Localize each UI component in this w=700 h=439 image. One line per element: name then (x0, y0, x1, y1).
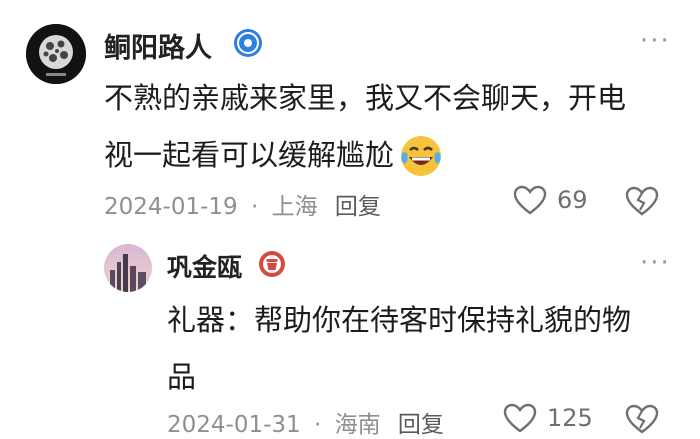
more-options-icon[interactable]: ··· (640, 248, 671, 278)
reply-button[interactable]: 回复 (398, 412, 444, 438)
comment-text-line: 视一起看可以缓解尴尬 (104, 138, 395, 172)
comment-location: 海南 (334, 412, 381, 438)
avatar-image (26, 24, 86, 84)
comment-text: 礼器：帮助你在待客时保持礼貌的物 品 (167, 292, 677, 406)
reply-comment: 巩金瓯 ··· 礼器：帮助你在待客时保持礼貌的物 品 2024-01-31 · … (0, 230, 700, 439)
dislike-button[interactable] (625, 404, 659, 438)
separator: · (250, 194, 259, 220)
comment-location: 上海 (271, 194, 318, 220)
like-count: 69 (557, 186, 588, 214)
username[interactable]: 鲖阳路人 (104, 26, 212, 65)
comment-text: 不熟的亲戚来家里，我又不会聊天，开电 视一起看可以缓解尴尬 (104, 70, 674, 184)
username[interactable]: 巩金瓯 (167, 248, 242, 284)
reply-button[interactable]: 回复 (335, 194, 381, 220)
comment: 鲖阳路人 ··· 不熟的亲戚来家里，我又不会聊天，开电 视一起看可以缓解尴尬 2… (0, 0, 700, 230)
avatar[interactable] (26, 24, 86, 84)
broken-heart-icon (625, 404, 659, 434)
comment-date: 2024-01-31 (167, 412, 301, 438)
comment-meta: 2024-01-31 · 海南 回复 (167, 405, 444, 439)
avatar-image (104, 244, 152, 292)
like-button[interactable]: 125 (503, 403, 593, 433)
comment-date: 2024-01-19 (104, 194, 238, 220)
comment-text-line: 礼器：帮助你在待客时保持礼貌的物 (167, 303, 632, 337)
heart-icon (513, 185, 547, 215)
more-options-icon[interactable]: ··· (640, 26, 671, 56)
avatar[interactable] (104, 244, 152, 292)
verified-badge-icon (233, 28, 263, 58)
crying-laughing-emoji-icon (398, 133, 444, 179)
broken-heart-icon (625, 186, 659, 216)
comment-text-line: 品 (167, 360, 197, 394)
comment-meta: 2024-01-19 · 上海 回复 (104, 187, 381, 221)
like-button[interactable]: 69 (513, 185, 588, 215)
badge-icon (258, 250, 286, 278)
like-count: 125 (547, 404, 593, 432)
heart-icon (503, 403, 537, 433)
comment-text-line: 不熟的亲戚来家里，我又不会聊天，开电 (104, 81, 627, 115)
dislike-button[interactable] (625, 186, 659, 220)
separator: · (313, 412, 322, 438)
